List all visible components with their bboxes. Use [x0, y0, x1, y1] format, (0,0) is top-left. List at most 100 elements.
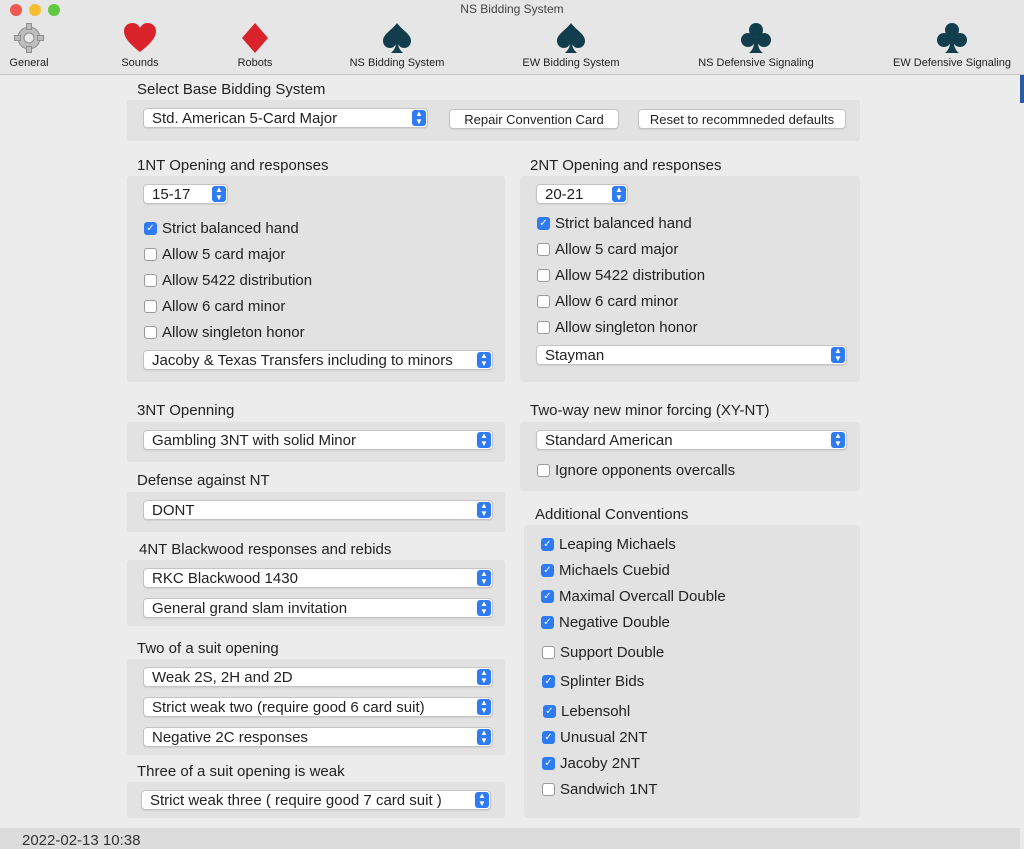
- nt2-5-card-major-checkbox[interactable]: Allow 5 card major: [537, 241, 678, 258]
- checkbox-label: Negative Double: [559, 614, 670, 631]
- nt3-title: 3NT Openning: [137, 402, 235, 419]
- twoway-title: Two-way new minor forcing (XY-NT): [530, 402, 770, 419]
- nt1-strict-balanced-checkbox[interactable]: ✓ Strict balanced hand: [144, 220, 299, 237]
- nt2-convention-select[interactable]: Stayman ▲ ▼: [536, 345, 847, 365]
- blackwood-select[interactable]: RKC Blackwood 1430 ▲ ▼: [143, 568, 493, 588]
- checkbox-checked-icon: ✓: [541, 564, 554, 577]
- nt1-singleton-honor-checkbox[interactable]: Allow singleton honor: [144, 324, 305, 341]
- support-double-checkbox[interactable]: Support Double: [542, 644, 664, 661]
- nt1-6-card-minor-checkbox[interactable]: Allow 6 card minor: [144, 298, 285, 315]
- toolbar-label: General: [9, 57, 49, 69]
- toolbar-ns-bidding-system[interactable]: NS Bidding System: [346, 20, 448, 69]
- twoway-value: Standard American: [545, 432, 673, 449]
- checkbox-label: Michaels Cuebid: [559, 562, 670, 579]
- twosuit-select[interactable]: Weak 2S, 2H and 2D ▲ ▼: [143, 667, 493, 687]
- toolbar-sounds[interactable]: Sounds: [115, 20, 165, 69]
- twoway-select[interactable]: Standard American ▲ ▼: [536, 430, 847, 450]
- checkbox-icon: [537, 321, 550, 334]
- maximal-overcall-double-checkbox[interactable]: ✓ Maximal Overcall Double: [541, 588, 726, 605]
- background-timestamp: 2022-02-13 10:38: [22, 832, 141, 849]
- nt1-range-select[interactable]: 15-17 ▲ ▼: [143, 184, 228, 204]
- base-system-title: Select Base Bidding System: [137, 81, 326, 98]
- weak-two-value: Strict weak two (require good 6 card sui…: [152, 699, 425, 716]
- spade-icon: [383, 23, 411, 53]
- nt2-5422-checkbox[interactable]: Allow 5422 distribution: [537, 267, 705, 284]
- checkbox-checked-icon: ✓: [543, 705, 556, 718]
- nt1-5-card-major-checkbox[interactable]: Allow 5 card major: [144, 246, 285, 263]
- michaels-cuebid-checkbox[interactable]: ✓ Michaels Cuebid: [541, 562, 670, 579]
- updown-arrows-icon: ▲ ▼: [612, 186, 626, 202]
- toolbar-robots[interactable]: Robots: [232, 20, 278, 69]
- nt1-transfers-value: Jacoby & Texas Transfers including to mi…: [152, 352, 453, 369]
- twosuit-value: Weak 2S, 2H and 2D: [152, 669, 293, 686]
- nt2-range-value: 20-21: [545, 186, 584, 203]
- toolbar-label: Sounds: [121, 57, 159, 69]
- updown-arrows-icon: ▲ ▼: [477, 729, 491, 745]
- spade-icon: [557, 23, 585, 53]
- weak-two-select[interactable]: Strict weak two (require good 6 card sui…: [143, 697, 493, 717]
- defense-value: DONT: [152, 502, 195, 519]
- updown-arrows-icon: ▲ ▼: [477, 669, 491, 685]
- updown-arrows-icon: ▲ ▼: [477, 502, 491, 518]
- unusual-2nt-checkbox[interactable]: ✓ Unusual 2NT: [542, 729, 648, 746]
- checkbox-checked-icon: ✓: [541, 590, 554, 603]
- updown-arrows-icon: ▲ ▼: [477, 600, 491, 616]
- gear-icon: [14, 23, 44, 53]
- checkbox-checked-icon: ✓: [542, 731, 555, 744]
- checkbox-checked-icon: ✓: [144, 222, 157, 235]
- nt2-6-card-minor-checkbox[interactable]: Allow 6 card minor: [537, 293, 678, 310]
- base-system-select[interactable]: Std. American 5-Card Major ▲ ▼: [143, 108, 428, 128]
- ignore-overcalls-checkbox[interactable]: Ignore opponents overcalls: [537, 462, 735, 479]
- checkbox-label: Allow 6 card minor: [162, 298, 286, 315]
- nt2-title: 2NT Opening and responses: [530, 157, 722, 174]
- threesuit-select[interactable]: Strict weak three ( require good 7 card …: [141, 790, 491, 810]
- checkbox-icon: [144, 274, 157, 287]
- nt1-5422-checkbox[interactable]: Allow 5422 distribution: [144, 272, 312, 289]
- lebensohl-checkbox[interactable]: ✓ Lebensohl: [543, 703, 630, 720]
- threesuit-title: Three of a suit opening is weak: [137, 763, 345, 780]
- nt1-transfers-select[interactable]: Jacoby & Texas Transfers including to mi…: [143, 350, 493, 370]
- checkbox-icon: [537, 464, 550, 477]
- checkbox-label: Leaping Michaels: [559, 536, 676, 553]
- toolbar-ns-defensive-signaling[interactable]: NS Defensive Signaling: [694, 20, 818, 69]
- updown-arrows-icon: ▲ ▼: [831, 347, 845, 363]
- repair-convention-card-button[interactable]: Repair Convention Card: [449, 109, 619, 129]
- grand-slam-select[interactable]: General grand slam invitation ▲ ▼: [143, 598, 493, 618]
- negative-double-checkbox[interactable]: ✓ Negative Double: [541, 614, 670, 631]
- grand-slam-value: General grand slam invitation: [152, 600, 348, 617]
- reset-defaults-button[interactable]: Reset to recommneded defaults: [638, 109, 846, 129]
- checkbox-label: Sandwich 1NT: [560, 781, 658, 798]
- additional-title: Additional Conventions: [535, 506, 689, 523]
- checkbox-label: Strict balanced hand: [162, 220, 299, 237]
- nt3-select[interactable]: Gambling 3NT with solid Minor ▲ ▼: [143, 430, 493, 450]
- nt2-strict-balanced-checkbox[interactable]: ✓ Strict balanced hand: [537, 215, 692, 232]
- nt1-title: 1NT Opening and responses: [137, 157, 329, 174]
- checkbox-icon: [542, 783, 555, 796]
- toolbar-ew-defensive-signaling[interactable]: EW Defensive Signaling: [888, 20, 1016, 69]
- updown-arrows-icon: ▲ ▼: [475, 792, 489, 808]
- base-system-value: Std. American 5-Card Major: [152, 110, 338, 127]
- updown-arrows-icon: ▲ ▼: [412, 110, 426, 126]
- splinter-bids-checkbox[interactable]: ✓ Splinter Bids: [542, 673, 644, 690]
- defense-select[interactable]: DONT ▲ ▼: [143, 500, 493, 520]
- preferences-content: Select Base Bidding System Std. American…: [0, 75, 1020, 825]
- nt2-singleton-honor-checkbox[interactable]: Allow singleton honor: [537, 319, 698, 336]
- toolbar-label: NS Bidding System: [349, 57, 445, 69]
- checkbox-label: Allow 5422 distribution: [555, 267, 706, 284]
- jacoby-2nt-checkbox[interactable]: ✓ Jacoby 2NT: [542, 755, 640, 772]
- checkbox-icon: [537, 269, 550, 282]
- checkbox-icon: [144, 248, 157, 261]
- leaping-michaels-checkbox[interactable]: ✓ Leaping Michaels: [541, 536, 676, 553]
- diamond-icon: [242, 23, 268, 53]
- checkbox-label: Allow 6 card minor: [555, 293, 679, 310]
- checkbox-icon: [542, 646, 555, 659]
- defense-title: Defense against NT: [137, 472, 270, 489]
- toolbar-ew-bidding-system[interactable]: EW Bidding System: [519, 20, 623, 69]
- toolbar-general[interactable]: General: [6, 20, 52, 69]
- nt3-value: Gambling 3NT with solid Minor: [152, 432, 356, 449]
- nt2-range-select[interactable]: 20-21 ▲ ▼: [536, 184, 628, 204]
- two-clubs-select[interactable]: Negative 2C responses ▲ ▼: [143, 727, 493, 747]
- checkbox-label: Allow 5 card major: [555, 241, 679, 258]
- checkbox-icon: [537, 243, 550, 256]
- sandwich-1nt-checkbox[interactable]: Sandwich 1NT: [542, 781, 658, 798]
